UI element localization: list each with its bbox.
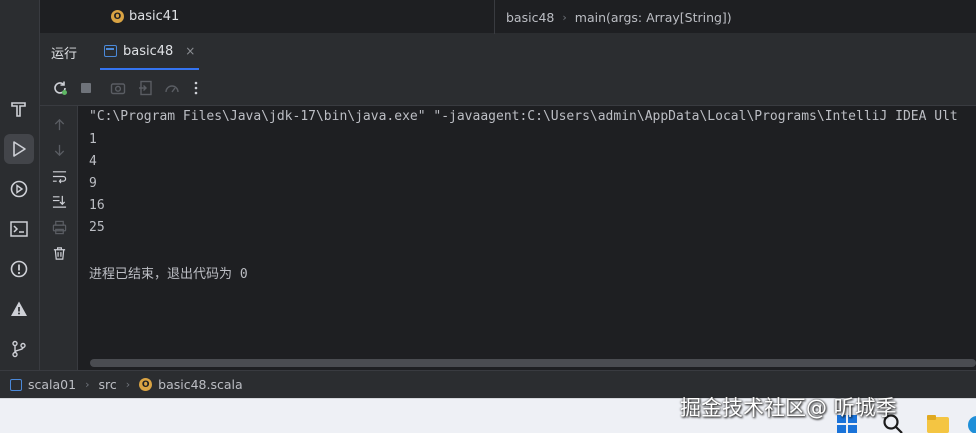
console-output-line: 1: [89, 132, 97, 147]
print-button[interactable]: [50, 218, 68, 236]
close-icon[interactable]: ×: [185, 44, 195, 58]
more-options-button[interactable]: [186, 78, 206, 98]
console-output[interactable]: "C:\Program Files\Java\jdk-17\bin\java.e…: [78, 106, 976, 370]
run-tool-button[interactable]: [4, 134, 34, 164]
watermark-text: 掘金技术社区@ 听城季: [680, 396, 897, 420]
rerun-icon: [54, 81, 67, 95]
project-tree-item-label: basic41: [129, 9, 180, 24]
project-tree-item-basic41[interactable]: O basic41: [111, 9, 179, 24]
warning-icon: [11, 301, 27, 316]
screenshot-icon: [110, 83, 126, 95]
chevron-right-icon: ›: [125, 378, 131, 391]
terminal-tool-button[interactable]: [4, 214, 34, 244]
git-icon: [12, 340, 26, 358]
file-explorer-icon[interactable]: [926, 413, 950, 433]
print-icon: [52, 220, 66, 234]
run-tab-label: basic48: [123, 43, 174, 59]
console-command-line: "C:\Program Files\Java\jdk-17\bin\java.e…: [89, 109, 958, 124]
chevron-right-icon: ›: [85, 378, 90, 391]
terminal-icon: [10, 221, 28, 237]
clear-all-button[interactable]: [50, 244, 68, 262]
build-tool-button[interactable]: [4, 94, 34, 124]
git-tool-button[interactable]: [4, 334, 34, 364]
next-occurrence-button[interactable]: [50, 141, 68, 159]
scala-file-icon: [104, 45, 117, 57]
export-button[interactable]: [136, 78, 156, 98]
module-icon: [10, 378, 22, 391]
breadcrumb-item-object[interactable]: basic48: [506, 10, 554, 25]
soft-wrap-icon: [52, 170, 66, 183]
soft-wrap-button[interactable]: [50, 167, 68, 185]
stop-icon: [81, 83, 91, 93]
breadcrumb-item-method[interactable]: main(args: Array[String]): [575, 10, 732, 25]
up-arrow-icon: [54, 118, 64, 130]
status-path-file[interactable]: basic48.scala: [158, 377, 243, 392]
chevron-right-icon: ›: [562, 10, 567, 24]
down-arrow-icon: [54, 144, 64, 156]
console-output-line: 9: [89, 176, 97, 191]
export-icon: [139, 80, 152, 96]
status-path-folder[interactable]: src: [99, 377, 117, 392]
screenshot-button[interactable]: [108, 78, 128, 98]
services-icon: [10, 180, 28, 198]
horizontal-scrollbar[interactable]: [90, 359, 976, 367]
scroll-to-end-button[interactable]: [50, 192, 68, 210]
console-output-line: 16: [89, 198, 105, 213]
services-tool-button[interactable]: [4, 174, 34, 204]
console-side-toolbar: [40, 106, 78, 370]
more-icon: [194, 81, 198, 95]
stop-button[interactable]: [76, 78, 96, 98]
trash-icon: [53, 246, 65, 260]
editor-breadcrumb: basic48 › main(args: Array[String]): [494, 0, 976, 34]
scroll-to-end-icon: [52, 195, 66, 208]
run-icon: [13, 141, 26, 157]
scala-object-icon: O: [111, 10, 124, 23]
profiler-button[interactable]: [162, 78, 182, 98]
previous-occurrence-button[interactable]: [50, 115, 68, 133]
run-tab-basic48[interactable]: basic48 ×: [100, 34, 200, 70]
scala-object-icon: O: [139, 378, 153, 391]
browser-icon[interactable]: [966, 413, 976, 433]
rerun-button[interactable]: [50, 78, 70, 98]
status-path-module[interactable]: scala01: [28, 377, 76, 392]
top-left-gutter: [0, 0, 40, 34]
problems-icon: [10, 260, 28, 278]
run-toolbar: [40, 70, 976, 106]
build-icon: [11, 102, 26, 117]
warning-tool-button[interactable]: [4, 294, 34, 324]
left-tool-strip: [0, 34, 40, 370]
profiler-icon: [165, 85, 179, 93]
problems-tool-button[interactable]: [4, 254, 34, 284]
console-output-line: 4: [89, 154, 97, 169]
editor-top-strip: O basic41 basic48 › main(args: Array[Str…: [0, 0, 976, 34]
run-panel-header: 运行 basic48 ×: [40, 34, 976, 70]
console-exit-message: 进程已结束，退出代码为 0: [89, 267, 248, 282]
run-panel-title: 运行: [51, 46, 78, 62]
console-output-line: 25: [89, 220, 105, 235]
